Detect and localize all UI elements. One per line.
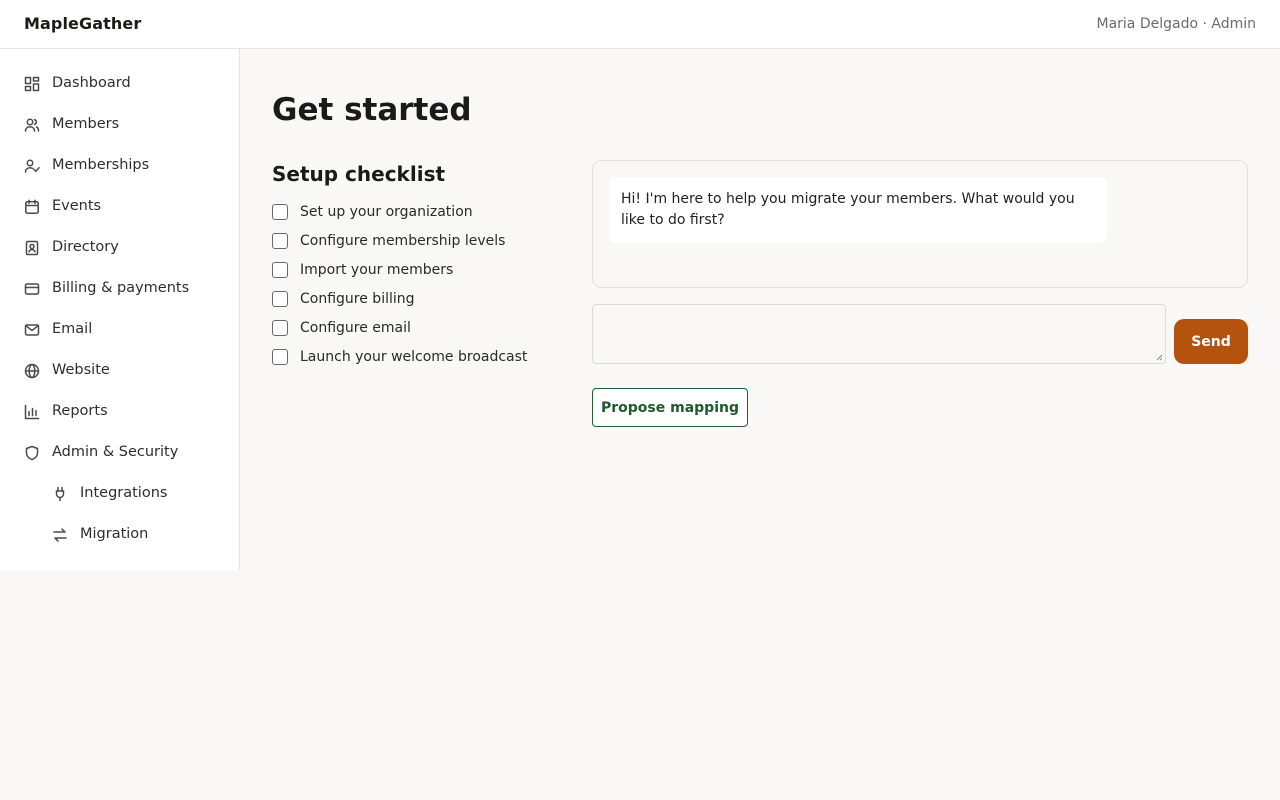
members-icon	[24, 117, 40, 133]
checkbox[interactable]	[272, 204, 288, 220]
directory-icon	[24, 240, 40, 256]
top-bar: MapleGather Maria Delgado · Admin	[0, 0, 1280, 49]
sidebar-item-label: Members	[52, 116, 120, 132]
checklist-item-label: Configure billing	[300, 291, 415, 307]
sidebar-item-events[interactable]: Events	[0, 190, 239, 224]
sidebar-item-email[interactable]: Email	[0, 313, 239, 347]
sidebar-item-integrations[interactable]: Integrations	[0, 477, 239, 511]
checklist-item[interactable]: Import your members	[272, 260, 453, 280]
checklist-item[interactable]: Configure email	[272, 318, 411, 338]
sidebar-item-label: Directory	[52, 239, 119, 255]
checklist-item-label: Import your members	[300, 262, 454, 278]
mail-icon	[24, 322, 40, 338]
checklist-item[interactable]: Configure billing	[272, 289, 415, 309]
sidebar-item-label: Admin & Security	[52, 444, 179, 460]
send-button[interactable]: Send	[1174, 319, 1248, 364]
sidebar-item-label: Integrations	[80, 485, 168, 501]
sidebar-item-migration[interactable]: Migration	[0, 518, 239, 552]
checkbox[interactable]	[272, 262, 288, 278]
assistant-message: Hi! I'm here to help you migrate your me…	[609, 177, 1107, 243]
sidebar-item-reports[interactable]: Reports	[0, 395, 239, 429]
checklist-item-label: Configure membership levels	[300, 233, 506, 249]
sidebar-item-label: Dashboard	[52, 75, 131, 91]
globe-icon	[24, 363, 40, 379]
sidebar-item-label: Reports	[52, 403, 108, 419]
sidebar-item-label: Billing & payments	[52, 280, 190, 296]
sidebar-item-label: Email	[52, 321, 93, 337]
bar-chart-icon	[24, 404, 40, 420]
page-title: Get started	[272, 92, 472, 128]
arrows-swap-icon	[52, 527, 68, 543]
resize-grip-icon[interactable]	[1155, 353, 1163, 361]
checkbox[interactable]	[272, 320, 288, 336]
checklist-item[interactable]: Configure membership levels	[272, 231, 505, 251]
sidebar-item-label: Migration	[80, 526, 149, 542]
checklist-item[interactable]: Set up your organization	[272, 202, 473, 222]
sidebar-item-website[interactable]: Website	[0, 354, 239, 388]
memberships-icon	[24, 158, 40, 174]
chat-transcript[interactable]: Hi! I'm here to help you migrate your me…	[592, 160, 1248, 288]
sidebar: Dashboard Members Memberships Events Dir…	[0, 49, 240, 570]
chat-input[interactable]	[592, 304, 1166, 364]
sidebar-item-label: Website	[52, 362, 110, 378]
checkbox[interactable]	[272, 349, 288, 365]
dashboard-icon	[24, 76, 40, 92]
sidebar-item-directory[interactable]: Directory	[0, 231, 239, 265]
checklist-item-label: Configure email	[300, 320, 411, 336]
checkbox[interactable]	[272, 291, 288, 307]
user-menu[interactable]: Maria Delgado · Admin	[1096, 16, 1256, 32]
sidebar-item-dashboard[interactable]: Dashboard	[0, 67, 239, 101]
checklist-title: Setup checklist	[272, 162, 446, 186]
shield-icon	[24, 445, 40, 461]
calendar-icon	[24, 199, 40, 215]
checklist-item-label: Launch your welcome broadcast	[300, 349, 528, 365]
sidebar-item-label: Events	[52, 198, 102, 214]
sidebar-item-members[interactable]: Members	[0, 108, 239, 142]
sidebar-item-admin-security[interactable]: Admin & Security	[0, 436, 239, 470]
brand-logo[interactable]: MapleGather	[24, 14, 141, 33]
checklist-item[interactable]: Launch your welcome broadcast	[272, 347, 527, 367]
checklist-item-label: Set up your organization	[300, 204, 473, 220]
sidebar-item-billing[interactable]: Billing & payments	[0, 272, 239, 306]
plug-icon	[52, 486, 68, 502]
checkbox[interactable]	[272, 233, 288, 249]
sidebar-item-label: Memberships	[52, 157, 150, 173]
sidebar-item-memberships[interactable]: Memberships	[0, 149, 239, 183]
credit-card-icon	[24, 281, 40, 297]
propose-mapping-button[interactable]: Propose mapping	[592, 388, 748, 427]
